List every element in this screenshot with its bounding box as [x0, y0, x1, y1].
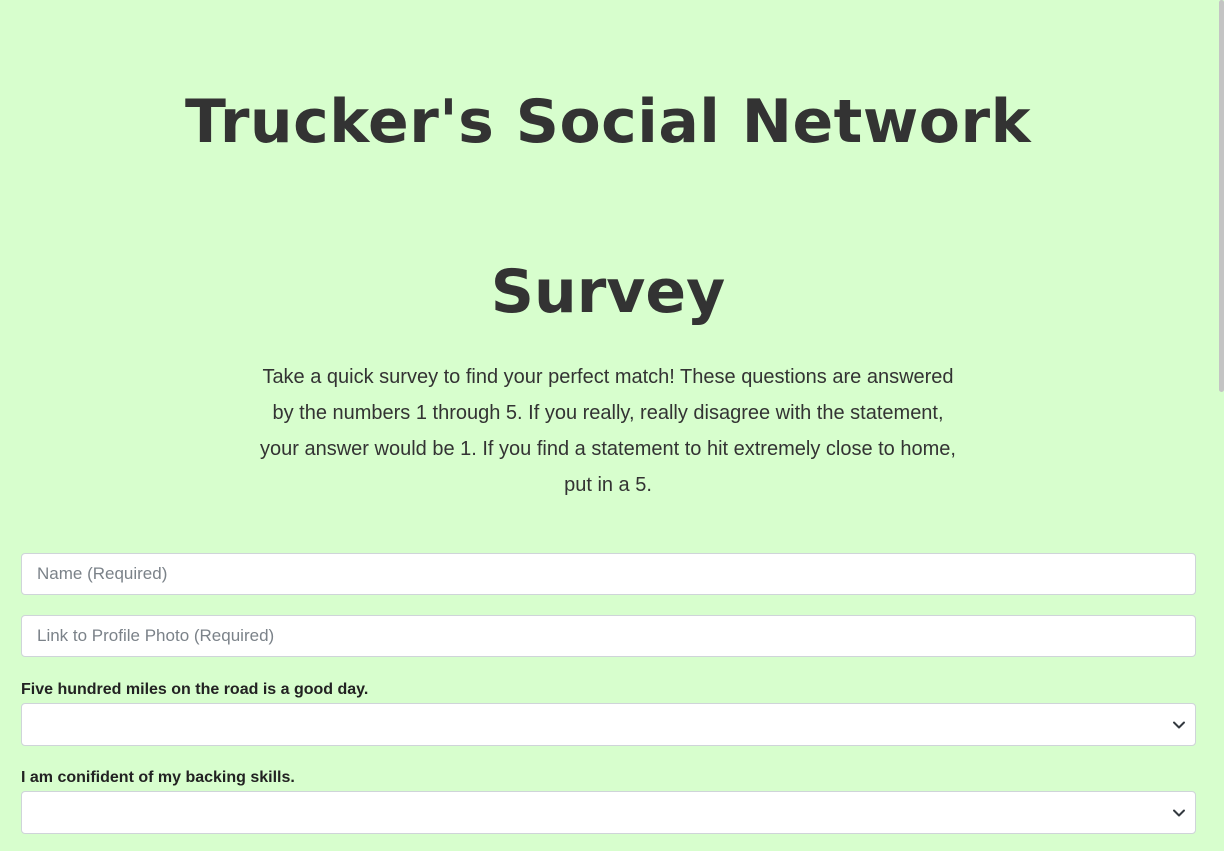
question-1: Five hundred miles on the road is a good… [21, 679, 1196, 746]
question-2: I am conifident of my backing skills. [21, 767, 1196, 834]
question-2-select[interactable] [21, 791, 1196, 834]
survey-intro: Take a quick survey to find your perfect… [260, 366, 956, 496]
survey-title: Survey [490, 257, 726, 327]
survey-page: Trucker's Social Network Survey Take a q… [0, 0, 1224, 851]
question-2-label: I am conifident of my backing skills. [21, 769, 295, 786]
chevron-down-icon [1173, 809, 1185, 817]
page-scrollbar[interactable] [1216, 0, 1224, 851]
question-1-select[interactable] [21, 703, 1196, 746]
site-title: Trucker's Social Network [185, 87, 1031, 157]
chevron-down-icon [1173, 721, 1185, 729]
name-input[interactable] [21, 553, 1196, 595]
scrollbar-thumb[interactable] [1219, 0, 1224, 392]
question-1-label: Five hundred miles on the road is a good… [21, 681, 369, 698]
profile-photo-link-input[interactable] [21, 615, 1196, 657]
survey-form: Five hundred miles on the road is a good… [21, 553, 1196, 834]
